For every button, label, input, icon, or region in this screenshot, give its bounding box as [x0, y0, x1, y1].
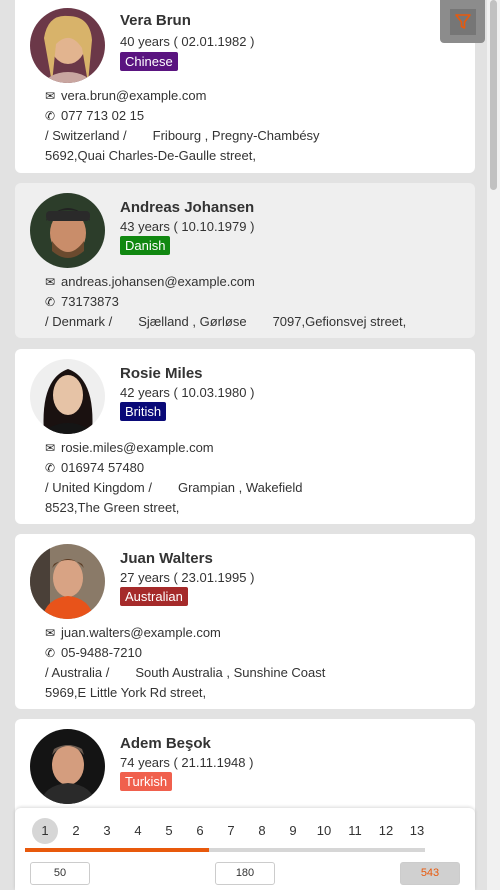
address-street-row: 5692,Quai Charles-De-Gaulle street,: [45, 148, 256, 164]
address-street: 5969,E Little York Rd street,: [45, 685, 207, 700]
avatar: [30, 193, 105, 268]
page-link-6[interactable]: 6: [187, 818, 213, 844]
address-country: / Switzerland /: [45, 128, 127, 143]
avatar: [30, 544, 105, 619]
phone-row[interactable]: ✆ 73173873: [45, 294, 119, 310]
person-name: Adem Beşok: [120, 735, 211, 752]
address-country: / Denmark /: [45, 314, 113, 329]
phone-text: 73173873: [61, 294, 119, 309]
person-age: 27 years ( 23.01.1995 ): [120, 570, 255, 585]
address-region: Grampian , Wakefield: [177, 480, 303, 495]
email-row[interactable]: ✉ vera.brun@example.com: [45, 88, 206, 104]
email-text: rosie.miles@example.com: [61, 440, 214, 455]
page-link-5[interactable]: 5: [156, 818, 182, 844]
page-link-1[interactable]: 1: [32, 818, 58, 844]
page-link-2[interactable]: 2: [63, 818, 89, 844]
envelope-icon: ✉: [45, 441, 56, 455]
phone-row[interactable]: ✆ 077 713 02 15: [45, 108, 144, 124]
phone-row[interactable]: ✆ 05-9488-7210: [45, 645, 142, 661]
nationality-badge: Chinese: [120, 52, 178, 71]
address-row: / Switzerland / Fribourg , Pregny-Chambés…: [45, 128, 320, 144]
page-link-11[interactable]: 11: [342, 818, 368, 844]
phone-icon: ✆: [45, 646, 56, 660]
page-link-10[interactable]: 10: [311, 818, 337, 844]
person-age: 74 years ( 21.11.1948 ): [120, 755, 254, 770]
address-row: / Denmark / Sjælland , Gørløse 7097,Gefion…: [45, 314, 406, 330]
address-street: 7097,Gefionsvej street,: [272, 314, 407, 329]
filter-icon: [454, 13, 471, 29]
filter-button[interactable]: [440, 0, 485, 43]
address-region: South Australia , Sunshine Coast: [135, 665, 326, 680]
scrollbar[interactable]: [487, 0, 500, 890]
email-text: vera.brun@example.com: [61, 88, 207, 103]
address-street: 5692,Quai Charles-De-Gaulle street,: [45, 148, 256, 163]
contact-card[interactable]: Juan Walters 27 years ( 23.01.1995 ) Aus…: [15, 534, 475, 709]
page-link-4[interactable]: 4: [125, 818, 151, 844]
range-box-middle[interactable]: 180: [215, 862, 275, 885]
email-row[interactable]: ✉ juan.walters@example.com: [45, 625, 221, 641]
address-country: / United Kingdom /: [45, 480, 152, 495]
address-row: / United Kingdom / Grampian , Wakefield: [45, 480, 302, 496]
phone-icon: ✆: [45, 461, 56, 475]
avatar: [30, 359, 105, 434]
address-region: Fribourg , Pregny-Chambésy: [152, 128, 320, 143]
phone-text: 077 713 02 15: [61, 108, 145, 123]
person-name: Andreas Johansen: [120, 199, 255, 216]
envelope-icon: ✉: [45, 626, 56, 640]
nationality-badge: Australian: [120, 587, 188, 606]
address-street-row: 8523,The Green street,: [45, 500, 179, 516]
progress-bar: [25, 848, 425, 852]
phone-icon: ✆: [45, 295, 56, 309]
range-box-total[interactable]: 543: [400, 862, 460, 885]
phone-text: 016974 57480: [61, 460, 145, 475]
page-link-7[interactable]: 7: [218, 818, 244, 844]
person-name: Rosie Miles: [120, 365, 203, 382]
progress-fill: [25, 848, 209, 852]
pagination-panel: 1 2 3 4 5 6 7 8 9 10 11 12 13 50 180 543: [15, 808, 475, 890]
phone-text: 05-9488-7210: [61, 645, 142, 660]
range-box-start[interactable]: 50: [30, 862, 90, 885]
page-link-12[interactable]: 12: [373, 818, 399, 844]
email-row[interactable]: ✉ rosie.miles@example.com: [45, 440, 214, 456]
page-link-9[interactable]: 9: [280, 818, 306, 844]
phone-row[interactable]: ✆ 016974 57480: [45, 460, 144, 476]
envelope-icon: ✉: [45, 89, 56, 103]
contact-card[interactable]: Andreas Johansen 43 years ( 10.10.1979 )…: [15, 183, 475, 338]
person-age: 43 years ( 10.10.1979 ): [120, 219, 255, 234]
avatar: [30, 8, 105, 83]
address-street-row: 5969,E Little York Rd street,: [45, 685, 206, 701]
email-text: juan.walters@example.com: [61, 625, 221, 640]
person-name: Juan Walters: [120, 550, 213, 567]
page-link-8[interactable]: 8: [249, 818, 275, 844]
address-street: 8523,The Green street,: [45, 500, 180, 515]
address-region: Sjælland , Gørløse: [138, 314, 247, 329]
page-link-3[interactable]: 3: [94, 818, 120, 844]
contact-card[interactable]: Rosie Miles 42 years ( 10.03.1980 ) Brit…: [15, 349, 475, 524]
nationality-badge: Turkish: [120, 772, 173, 791]
address-row: / Australia / South Australia , Sunshine …: [45, 665, 325, 681]
scrollbar-thumb[interactable]: [490, 0, 497, 190]
email-text: andreas.johansen@example.com: [61, 274, 255, 289]
person-age: 42 years ( 10.03.1980 ): [120, 385, 255, 400]
contact-card[interactable]: Vera Brun 40 years ( 02.01.1982 ) Chines…: [15, 0, 475, 173]
address-country: / Australia /: [45, 665, 110, 680]
person-name: Vera Brun: [120, 12, 191, 29]
phone-icon: ✆: [45, 109, 56, 123]
nationality-badge: Danish: [120, 236, 171, 255]
nationality-badge: British: [120, 402, 167, 421]
person-age: 40 years ( 02.01.1982 ): [120, 34, 255, 49]
page-link-13[interactable]: 13: [404, 818, 430, 844]
envelope-icon: ✉: [45, 275, 56, 289]
avatar: [30, 729, 105, 804]
contact-list: Vera Brun 40 years ( 02.01.1982 ) Chines…: [0, 0, 487, 890]
email-row[interactable]: ✉ andreas.johansen@example.com: [45, 274, 255, 290]
